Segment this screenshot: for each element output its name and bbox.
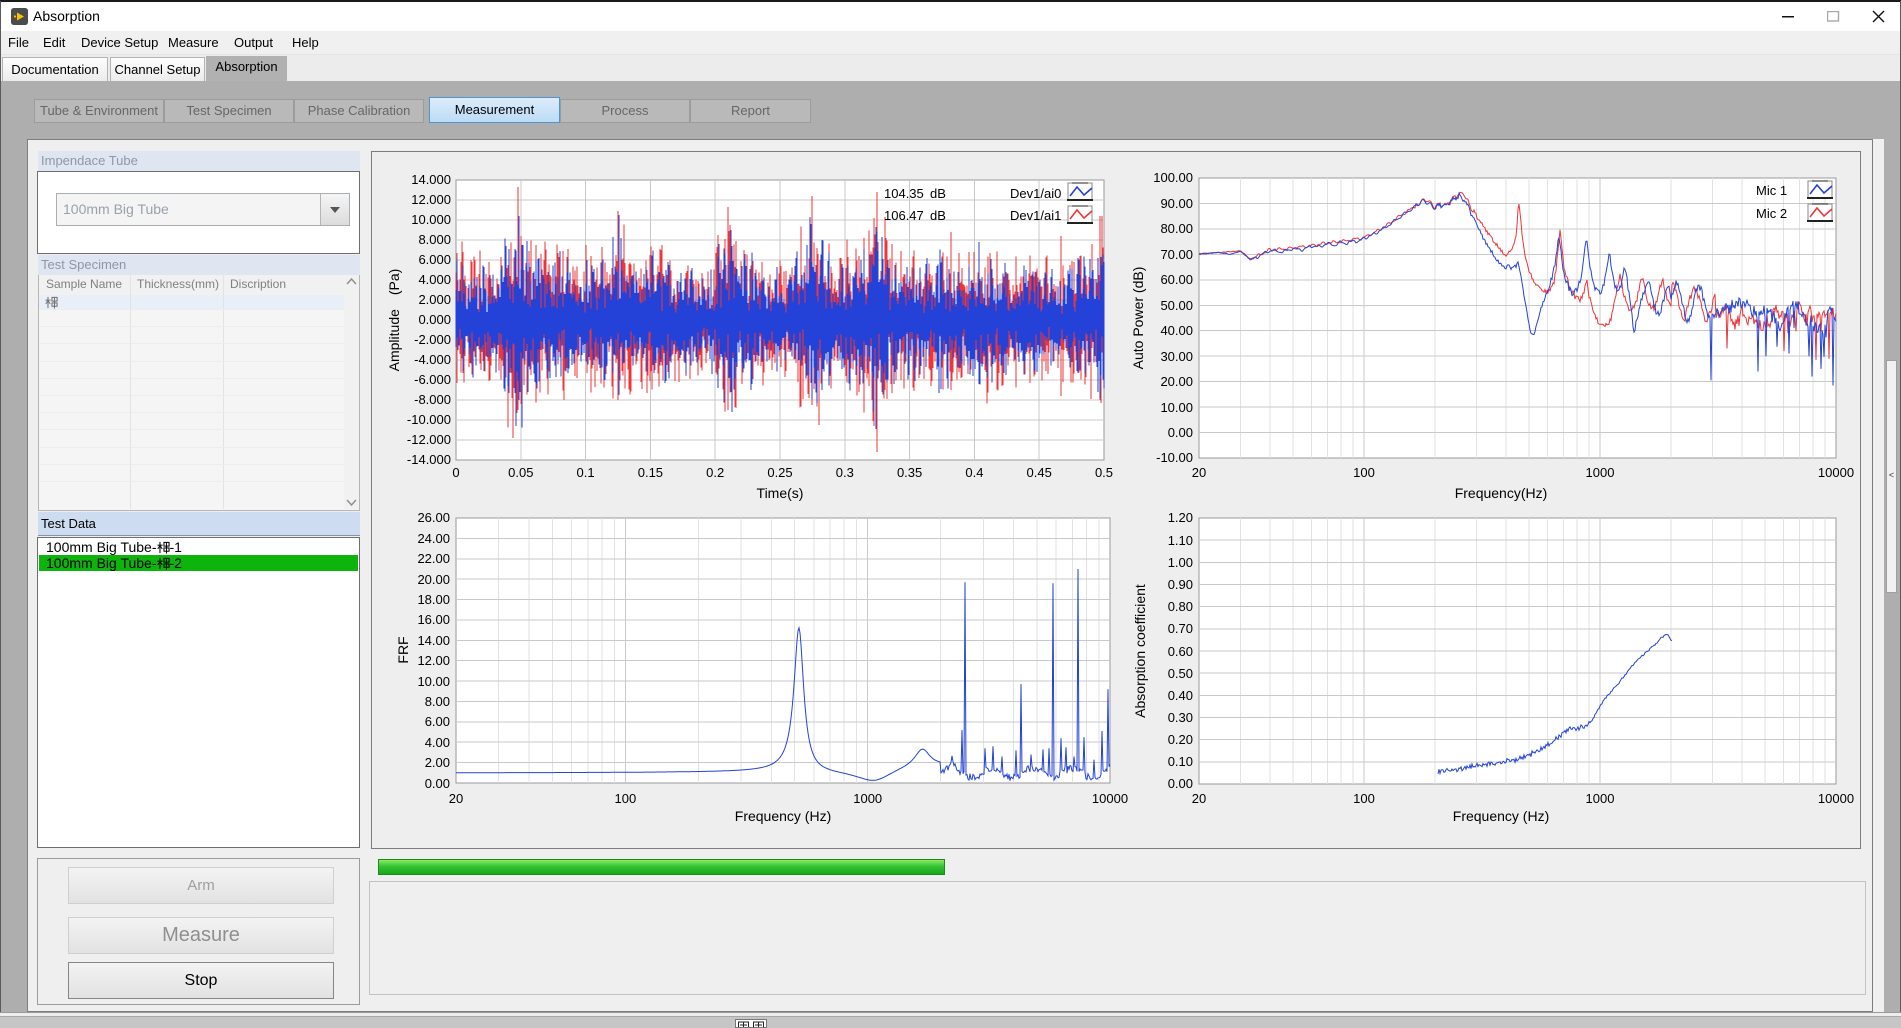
svg-text:26.00: 26.00 <box>417 510 450 525</box>
svg-text:10.000: 10.000 <box>411 212 451 227</box>
svg-text:1.00: 1.00 <box>1168 555 1193 570</box>
svg-text:100: 100 <box>615 791 637 806</box>
svg-text:-14.000: -14.000 <box>407 452 451 467</box>
svg-text:0.45: 0.45 <box>1027 465 1052 480</box>
svg-text:Frequency (Hz): Frequency (Hz) <box>735 808 831 824</box>
svg-text:FRF: FRF <box>395 636 411 663</box>
svg-text:2.000: 2.000 <box>418 292 451 307</box>
svg-text:12.00: 12.00 <box>417 653 450 668</box>
svg-text:22.00: 22.00 <box>417 551 450 566</box>
svg-text:-10.00: -10.00 <box>1156 450 1193 465</box>
svg-text:0.60: 0.60 <box>1168 644 1193 659</box>
svg-text:20: 20 <box>1192 465 1206 480</box>
svg-text:60.00: 60.00 <box>1160 272 1193 287</box>
svg-text:20: 20 <box>1192 791 1206 806</box>
svg-text:-10.000: -10.000 <box>407 412 451 427</box>
svg-text:0.2: 0.2 <box>706 465 724 480</box>
svg-text:dB: dB <box>930 186 946 201</box>
svg-text:10000: 10000 <box>1818 465 1854 480</box>
svg-text:14.000: 14.000 <box>411 172 451 187</box>
svg-text:Auto Power (dB): Auto Power (dB) <box>1130 267 1146 370</box>
svg-text:Mic 1: Mic 1 <box>1756 183 1787 198</box>
svg-text:4.000: 4.000 <box>418 272 451 287</box>
svg-text:Dev1/ai1: Dev1/ai1 <box>1010 208 1061 223</box>
svg-text:10.00: 10.00 <box>417 674 450 689</box>
svg-text:Frequency (Hz): Frequency (Hz) <box>1453 808 1549 824</box>
svg-text:0.90: 0.90 <box>1168 577 1193 592</box>
svg-text:0.00: 0.00 <box>1168 425 1193 440</box>
svg-text:20: 20 <box>449 791 463 806</box>
svg-text:20.00: 20.00 <box>417 572 450 587</box>
svg-text:1000: 1000 <box>1586 465 1615 480</box>
svg-text:8.00: 8.00 <box>425 694 450 709</box>
svg-text:0.00: 0.00 <box>425 776 450 791</box>
svg-text:8.000: 8.000 <box>418 232 451 247</box>
svg-text:0.30: 0.30 <box>1168 710 1193 725</box>
svg-text:4.00: 4.00 <box>425 735 450 750</box>
svg-text:6.000: 6.000 <box>418 252 451 267</box>
svg-text:100: 100 <box>1353 791 1375 806</box>
svg-text:0.3: 0.3 <box>836 465 854 480</box>
svg-text:0.1: 0.1 <box>577 465 595 480</box>
svg-text:16.00: 16.00 <box>417 612 450 627</box>
svg-text:12.000: 12.000 <box>411 192 451 207</box>
svg-text:0.000: 0.000 <box>418 312 451 327</box>
svg-text:0.70: 0.70 <box>1168 621 1193 636</box>
svg-text:-12.000: -12.000 <box>407 432 451 447</box>
svg-text:70.00: 70.00 <box>1160 247 1193 262</box>
svg-text:10000: 10000 <box>1818 791 1854 806</box>
svg-text:40.00: 40.00 <box>1160 323 1193 338</box>
svg-text:100: 100 <box>1353 465 1375 480</box>
svg-text:50.00: 50.00 <box>1160 298 1193 313</box>
svg-text:Frequency(Hz): Frequency(Hz) <box>1455 485 1548 501</box>
svg-text:24.00: 24.00 <box>417 531 450 546</box>
svg-text:14.00: 14.00 <box>417 633 450 648</box>
svg-text:104.35: 104.35 <box>884 186 924 201</box>
svg-text:0.5: 0.5 <box>1095 465 1113 480</box>
svg-text:Time(s): Time(s) <box>757 485 804 501</box>
svg-text:0.35: 0.35 <box>897 465 922 480</box>
svg-text:Absorption coefficient: Absorption coefficient <box>1132 584 1148 718</box>
svg-text:10000: 10000 <box>1092 791 1128 806</box>
svg-text:1.10: 1.10 <box>1168 533 1193 548</box>
svg-text:0.15: 0.15 <box>638 465 663 480</box>
svg-text:dB: dB <box>930 208 946 223</box>
svg-text:0.05: 0.05 <box>508 465 533 480</box>
svg-text:1.20: 1.20 <box>1168 510 1193 525</box>
svg-text:0.80: 0.80 <box>1168 599 1193 614</box>
svg-text:2.00: 2.00 <box>425 755 450 770</box>
svg-text:10.00: 10.00 <box>1160 400 1193 415</box>
svg-text:30.00: 30.00 <box>1160 349 1193 364</box>
svg-text:100.00: 100.00 <box>1153 170 1193 185</box>
svg-text:-4.000: -4.000 <box>414 352 451 367</box>
svg-text:90.00: 90.00 <box>1160 196 1193 211</box>
svg-text:0.25: 0.25 <box>767 465 792 480</box>
svg-text:-8.000: -8.000 <box>414 392 451 407</box>
svg-text:0.4: 0.4 <box>965 465 983 480</box>
svg-text:0.50: 0.50 <box>1168 666 1193 681</box>
svg-text:18.00: 18.00 <box>417 592 450 607</box>
svg-text:-2.000: -2.000 <box>414 332 451 347</box>
svg-text:0.00: 0.00 <box>1168 776 1193 791</box>
svg-text:1000: 1000 <box>853 791 882 806</box>
svg-text:0.20: 0.20 <box>1168 732 1193 747</box>
svg-text:Dev1/ai0: Dev1/ai0 <box>1010 186 1061 201</box>
svg-text:80.00: 80.00 <box>1160 221 1193 236</box>
svg-text:6.00: 6.00 <box>425 714 450 729</box>
svg-text:0.10: 0.10 <box>1168 754 1193 769</box>
svg-text:20.00: 20.00 <box>1160 374 1193 389</box>
svg-text:0.40: 0.40 <box>1168 688 1193 703</box>
svg-text:Mic 2: Mic 2 <box>1756 206 1787 221</box>
svg-text:0: 0 <box>452 465 459 480</box>
svg-text:106.47: 106.47 <box>884 208 924 223</box>
svg-text:Amplitude (Pa): Amplitude (Pa) <box>386 269 402 372</box>
svg-text:1000: 1000 <box>1586 791 1615 806</box>
svg-text:-6.000: -6.000 <box>414 372 451 387</box>
